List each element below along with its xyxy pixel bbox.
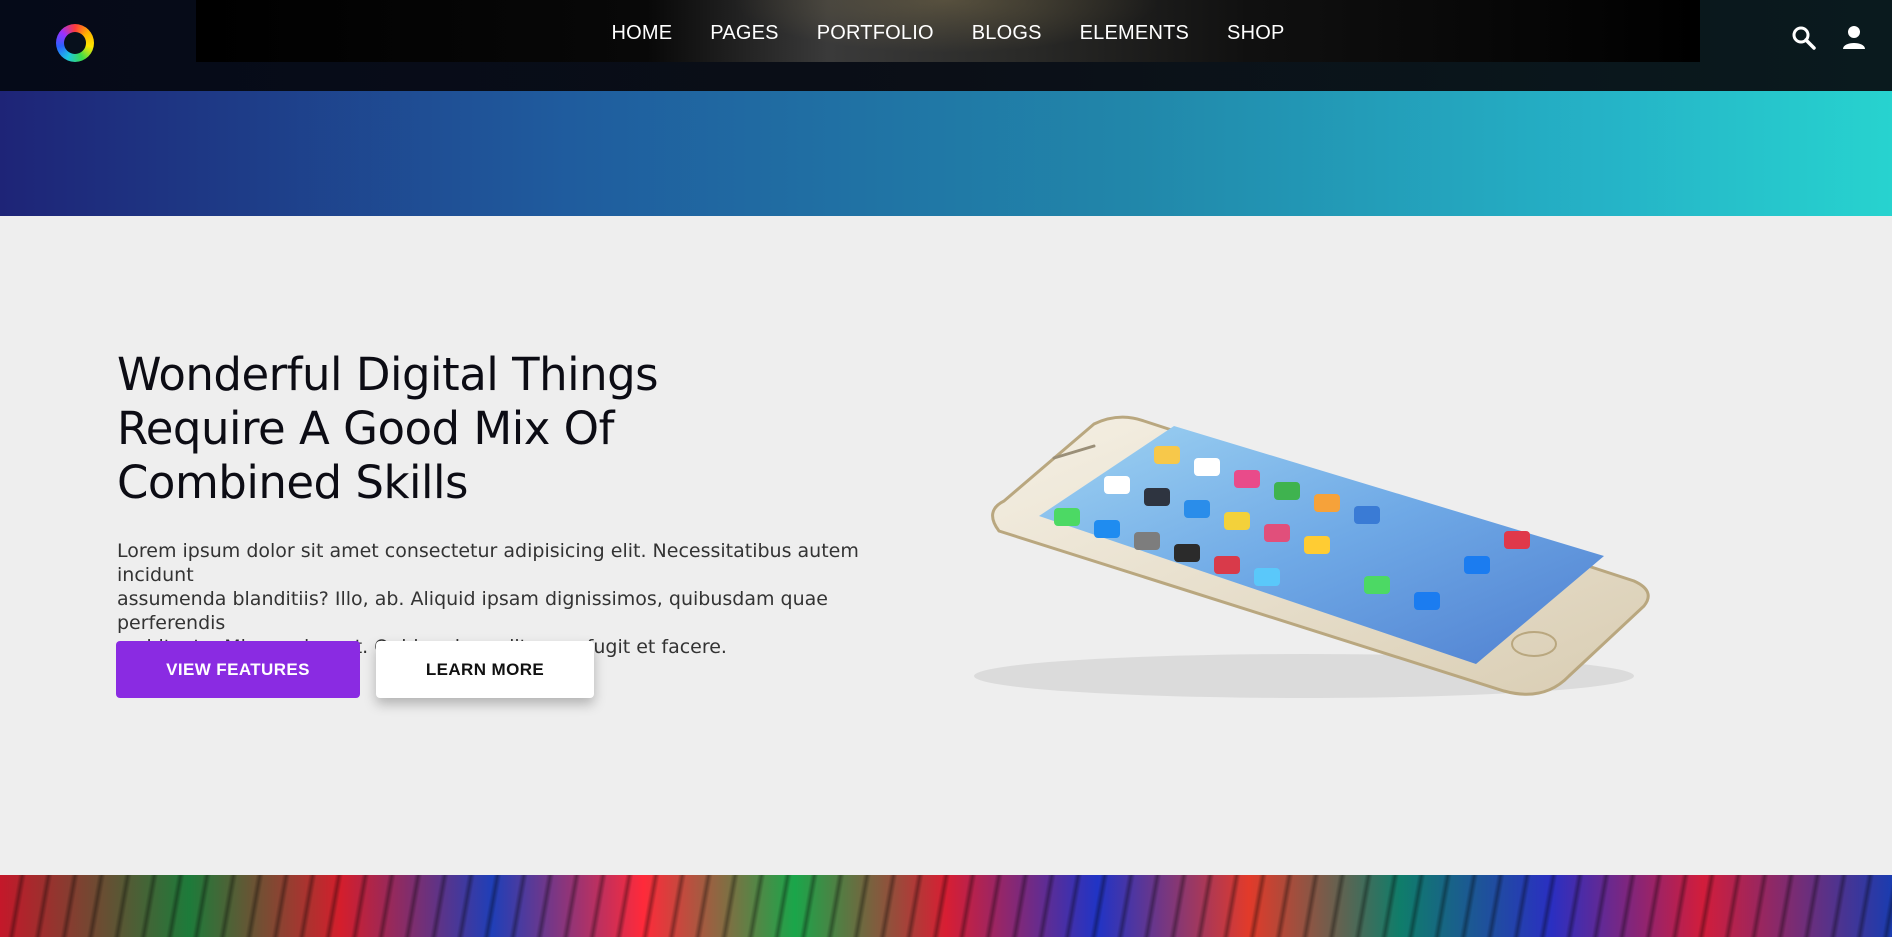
hero-text-line: assumenda blanditiis? Illo, ab. Aliquid … (117, 588, 828, 634)
user-icon[interactable] (1840, 24, 1868, 52)
smartphone-image (974, 415, 1650, 698)
hero-title-line: Wonderful Digital Things (117, 348, 659, 401)
hero-title-line: Require A Good Mix Of (117, 402, 614, 455)
nav-item-portfolio[interactable]: PORTFOLIO (817, 22, 934, 45)
view-features-button[interactable]: VIEW FEATURES (116, 641, 360, 698)
search-icon[interactable] (1790, 24, 1818, 52)
nav-item-home[interactable]: HOME (611, 22, 672, 45)
hero-section: Wonderful Digital Things Require A Good … (0, 216, 1892, 875)
gradient-banner (0, 91, 1892, 216)
hero-text-line: Lorem ipsum dolor sit amet consectetur a… (117, 540, 859, 586)
nav-item-elements[interactable]: ELEMENTS (1080, 22, 1189, 45)
main-nav: HOME PAGES PORTFOLIO BLOGS ELEMENTS SHOP (0, 22, 1892, 45)
hero-title: Wonderful Digital Things Require A Good … (117, 348, 717, 510)
site-header: HOME PAGES PORTFOLIO BLOGS ELEMENTS SHOP (0, 0, 1892, 91)
learn-more-button[interactable]: LEARN MORE (376, 641, 594, 698)
hero-title-line: Combined Skills (117, 456, 469, 509)
abstract-art-strip (0, 875, 1892, 937)
nav-item-shop[interactable]: SHOP (1227, 22, 1284, 45)
nav-item-blogs[interactable]: BLOGS (972, 22, 1042, 45)
nav-item-pages[interactable]: PAGES (710, 22, 778, 45)
